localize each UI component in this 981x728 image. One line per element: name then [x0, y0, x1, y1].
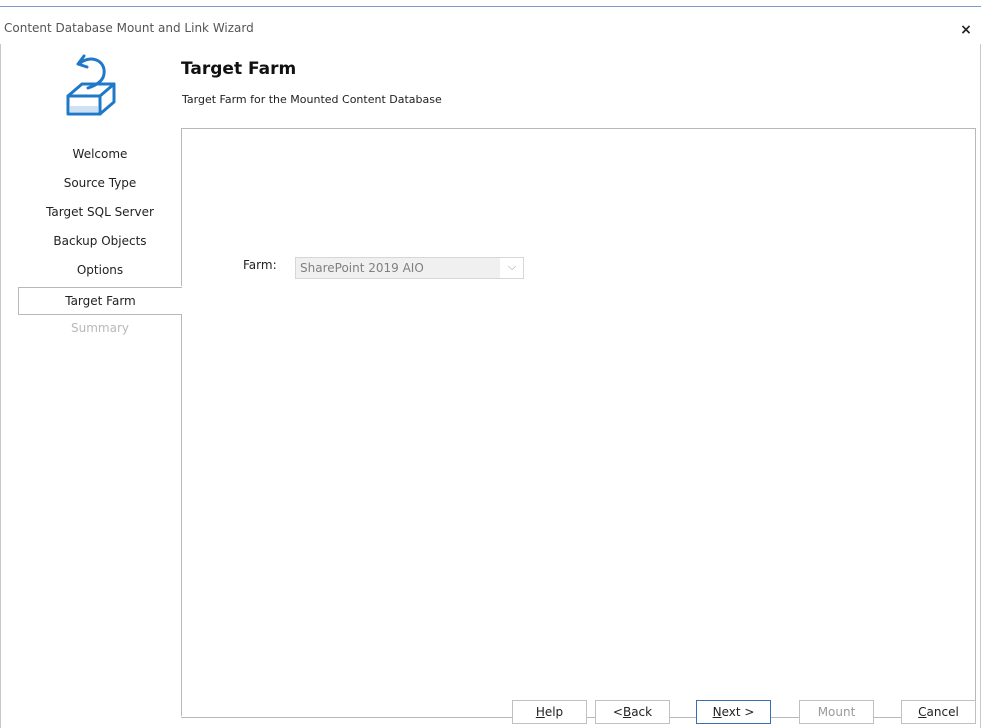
title-bar: Content Database Mount and Link Wizard × [0, 6, 981, 45]
help-accel: H [535, 705, 545, 719]
farm-select-value: SharePoint 2019 AIO [300, 261, 424, 275]
next-accel: N [712, 705, 722, 719]
nav-divider [181, 314, 182, 716]
sidebar-item-backup-objects[interactable]: Backup Objects [18, 229, 182, 253]
next-label: ext > [721, 705, 755, 719]
sidebar-item-welcome[interactable]: Welcome [18, 142, 182, 166]
close-button[interactable]: × [955, 19, 977, 41]
cancel-accel: C [918, 705, 927, 719]
sidebar-item-summary: Summary [71, 321, 129, 335]
back-button[interactable]: < Back [595, 700, 670, 724]
sidebar-item-options[interactable]: Options [18, 258, 182, 282]
database-mount-icon [66, 54, 116, 116]
content-panel [181, 128, 976, 718]
cancel-button[interactable]: Cancel [901, 700, 976, 724]
window-title: Content Database Mount and Link Wizard [4, 21, 254, 35]
page-subtitle: Target Farm for the Mounted Content Data… [182, 93, 442, 106]
cancel-label: ancel [926, 705, 959, 719]
next-button[interactable]: Next > [696, 700, 771, 724]
sidebar-item-target-farm[interactable]: Target Farm [18, 287, 182, 315]
back-prefix: < [612, 705, 623, 719]
sidebar-item-source-type[interactable]: Source Type [18, 171, 182, 195]
back-label: ack [631, 705, 653, 719]
farm-label: Farm: [243, 258, 277, 272]
farm-select[interactable]: SharePoint 2019 AIO ⌵ [295, 257, 524, 279]
chevron-down-icon[interactable]: ⌵ [505, 260, 519, 274]
close-icon: × [960, 22, 972, 38]
frame-left-border [0, 44, 1, 728]
mount-button: Mount [799, 700, 874, 724]
page-title: Target Farm [181, 59, 297, 79]
help-label: elp [544, 705, 564, 719]
back-accel: B [622, 705, 632, 719]
sidebar-item-target-sql-server[interactable]: Target SQL Server [18, 200, 182, 224]
help-button[interactable]: Help [512, 700, 587, 724]
